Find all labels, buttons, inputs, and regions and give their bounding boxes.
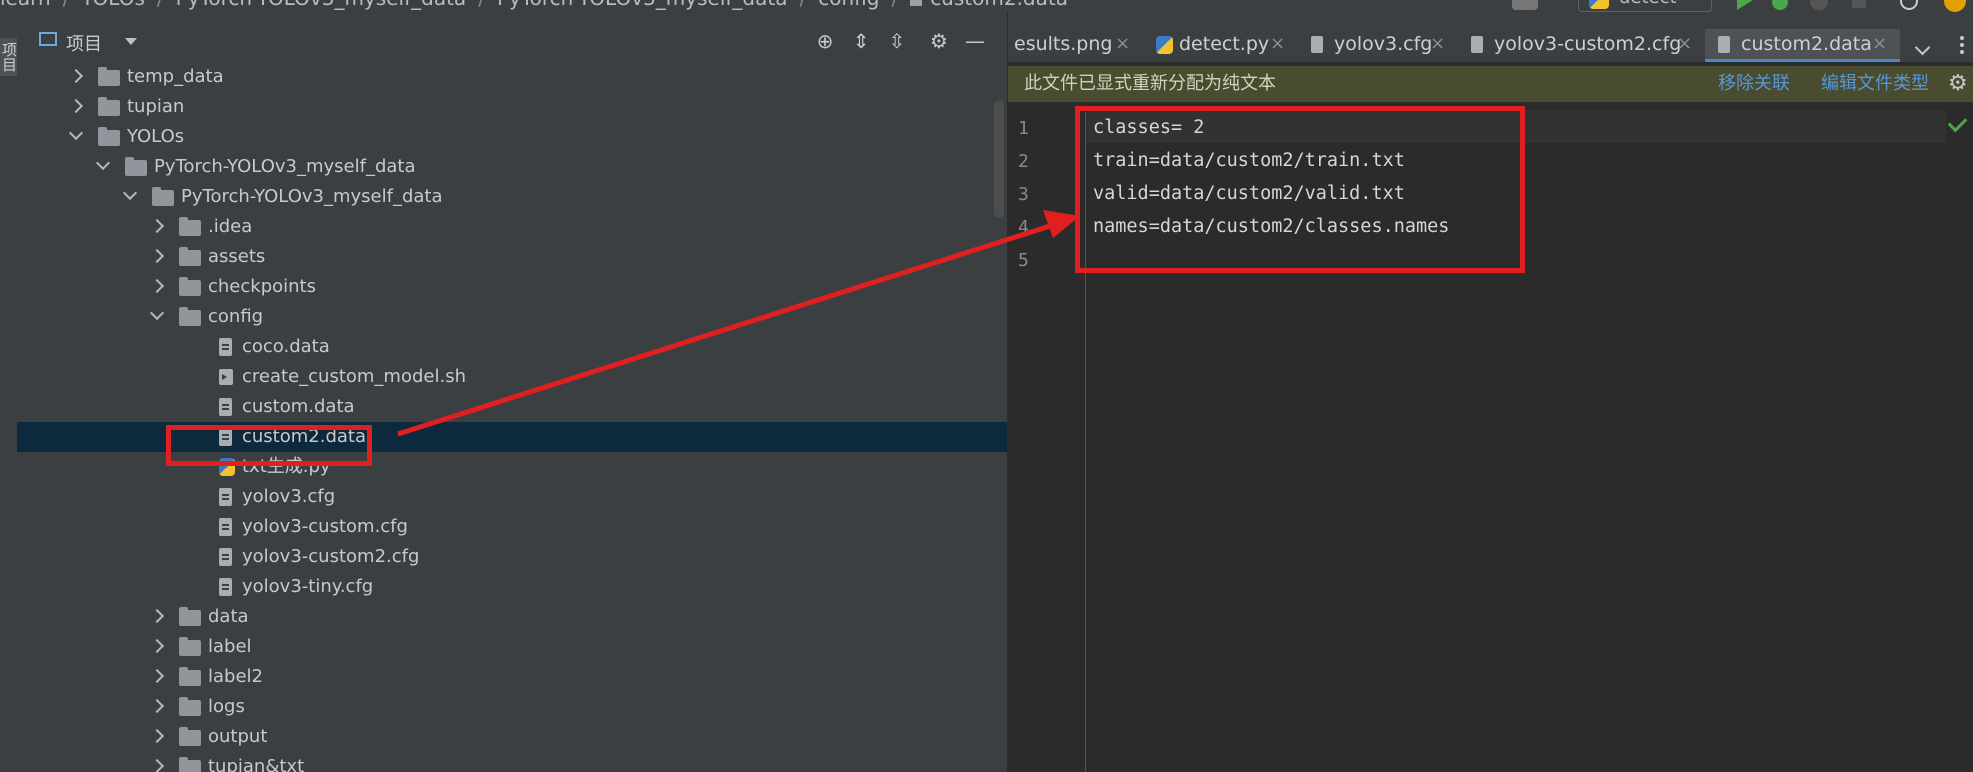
ide-window: learn / YOLOs / PyTorch-YOLOv3_myself_da… (0, 0, 1973, 772)
annotation-arrow (397, 210, 1080, 437)
arrow-line (397, 223, 1051, 437)
arrow-head (1043, 210, 1080, 238)
